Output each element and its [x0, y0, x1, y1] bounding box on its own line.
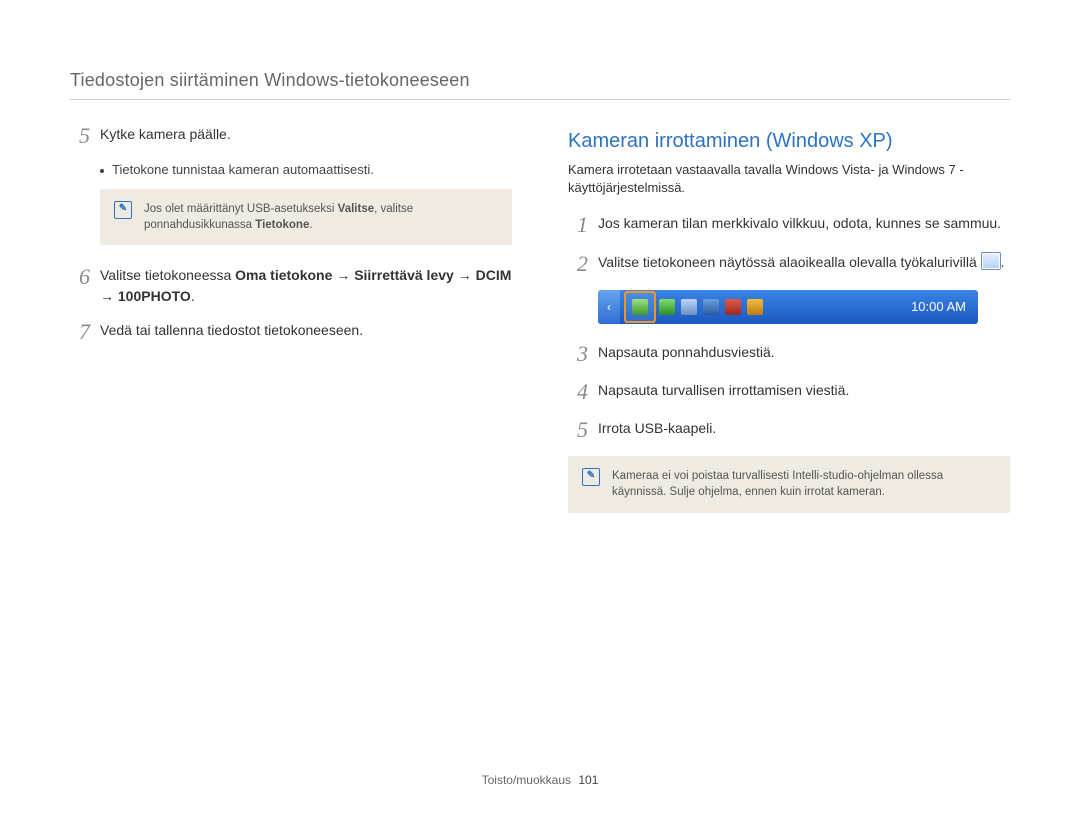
bullet-text: Tietokone tunnistaa kameran automaattise…: [112, 162, 374, 177]
footer-page-number: 101: [578, 773, 598, 787]
step-text: Kytke kamera päälle.: [100, 124, 231, 148]
section-title: Kameran irrottaminen (Windows XP): [568, 130, 1010, 153]
step-text: Napsauta turvallisen irrottamisen viesti…: [598, 380, 849, 404]
note-text: Jos olet määrittänyt USB-asetukseksi Val…: [144, 201, 498, 233]
windows-xp-taskbar-screenshot: ‹ 10:00 AM: [598, 290, 978, 324]
step-6: 6 Valitse tietokoneessa Oma tietokone → …: [70, 265, 512, 306]
step-text: Jos kameran tilan merkkivalo vilkkuu, od…: [598, 213, 1001, 237]
step-3: 3 Napsauta ponnahdusviestiä.: [568, 342, 1010, 366]
step-number: 3: [568, 342, 588, 366]
right-column: Kameran irrottaminen (Windows XP) Kamera…: [568, 124, 1010, 533]
step-text: Napsauta ponnahdusviestiä.: [598, 342, 775, 366]
note-intelli-studio: ✎ Kameraa ei voi poistaa turvallisesti I…: [568, 456, 1010, 512]
step-number: 4: [568, 380, 588, 404]
note-text: Kameraa ei voi poistaa turvallisesti Int…: [612, 468, 996, 500]
tray-icon: [725, 299, 741, 315]
step-2: 2 Valitse tietokoneen näytössä alaoikeal…: [568, 252, 1010, 276]
safely-remove-hardware-icon: [981, 252, 1001, 270]
step-1: 1 Jos kameran tilan merkkivalo vilkkuu, …: [568, 213, 1010, 237]
step-7: 7 Vedä tai tallenna tiedostot tietokonee…: [70, 320, 512, 344]
taskbar-expand-icon: ‹: [598, 290, 620, 324]
page-footer: Toisto/muokkaus 101: [0, 773, 1080, 787]
safely-remove-hardware-tray-icon: [632, 299, 648, 315]
note-icon: ✎: [582, 468, 600, 486]
step-text: Valitse tietokoneessa Oma tietokone → Si…: [100, 265, 512, 306]
tray-icon: [681, 299, 697, 315]
step-number: 5: [70, 124, 90, 148]
step-text: Valitse tietokoneen näytössä alaoikealla…: [598, 252, 1005, 276]
manual-page: Tiedostojen siirtäminen Windows-tietokon…: [0, 0, 1080, 815]
step-number: 2: [568, 252, 588, 276]
step-number: 6: [70, 265, 90, 306]
note-usb-setting: ✎ Jos olet määrittänyt USB-asetukseksi V…: [100, 189, 512, 245]
tray-icon: [659, 299, 675, 315]
step-4: 4 Napsauta turvallisen irrottamisen vies…: [568, 380, 1010, 404]
step-5: 5 Kytke kamera päälle.: [70, 124, 512, 148]
step-number: 7: [70, 320, 90, 344]
step-number: 1: [568, 213, 588, 237]
step-text: Irrota USB-kaapeli.: [598, 418, 716, 442]
step-number: 5: [568, 418, 588, 442]
bullet-dot-icon: [100, 169, 104, 173]
taskbar-clock: 10:00 AM: [899, 299, 978, 314]
note-icon: ✎: [114, 201, 132, 219]
section-subtitle: Kamera irrotetaan vastaavalla tavalla Wi…: [568, 161, 1010, 197]
footer-section: Toisto/muokkaus: [482, 773, 571, 787]
two-column-layout: 5 Kytke kamera päälle. Tietokone tunnist…: [70, 124, 1010, 533]
step-5-right: 5 Irrota USB-kaapeli.: [568, 418, 1010, 442]
left-column: 5 Kytke kamera päälle. Tietokone tunnist…: [70, 124, 512, 533]
tray-icon: [703, 299, 719, 315]
step-text: Vedä tai tallenna tiedostot tietokoneese…: [100, 320, 363, 344]
tray-icon: [747, 299, 763, 315]
step-5-bullet: Tietokone tunnistaa kameran automaattise…: [100, 162, 512, 177]
taskbar-highlighted-tray-item: [624, 291, 656, 323]
page-title: Tiedostojen siirtäminen Windows-tietokon…: [70, 70, 1010, 100]
